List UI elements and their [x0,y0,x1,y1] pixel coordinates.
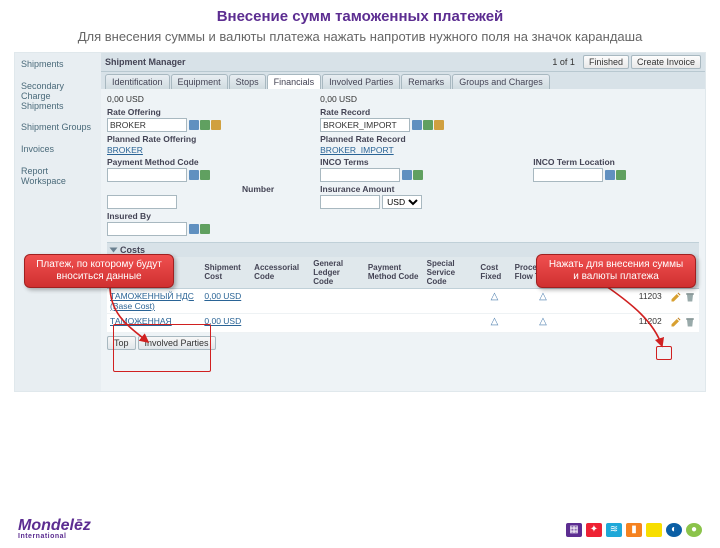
footer-tab-involved-parties[interactable]: Involved Parties [138,336,216,350]
brand-sub: International [18,534,91,540]
lookup-icons[interactable] [605,170,626,180]
cost-right: 0,00 USD [320,93,527,105]
page-title: Внесение сумм таможенных платежей [0,8,720,25]
lookup-icons[interactable] [402,170,423,180]
flow-through-icon: △ [539,291,547,302]
pencil-icon[interactable] [670,291,682,303]
cost-fixed-icon: △ [491,316,499,327]
insurance-amount-label: Insurance Amount [320,184,527,194]
trash-icon[interactable] [684,291,696,303]
inco-terms-input[interactable] [320,168,400,182]
brand-icon-strip: ▦ ✦ ≋ ▮ ◐ ● [566,523,702,537]
brand-square-icon [646,523,662,537]
trash-icon[interactable] [684,316,696,328]
tab-stops[interactable]: Stops [229,74,266,89]
number-label: Number [107,184,314,194]
planned-rate-record-label: Planned Rate Record [320,134,527,144]
tab-equipment[interactable]: Equipment [171,74,228,89]
footer: Mondelēz International ▦ ✦ ≋ ▮ ◐ ● [0,519,720,540]
shipment-cost-link[interactable]: 0,00 USD [204,316,241,326]
number-input[interactable] [107,195,177,209]
payment-method-input[interactable] [107,168,187,182]
shipment-cost-link[interactable]: 0,00 USD [204,291,241,301]
finished-button[interactable]: Finished [583,55,629,69]
payment-method-label: Payment Method Code [107,157,314,167]
brand-chocolate-icon: ▦ [566,523,582,537]
sidebar-item-invoices[interactable]: Invoices [19,142,97,158]
rate-offering-input[interactable] [107,118,187,132]
manager-title: Shipment Manager [105,57,186,67]
cost-fixed-icon: △ [491,291,499,302]
cost-left: 0,00 USD [107,93,314,105]
cost-type-link[interactable]: ТАМОЖЕННАЯ [110,316,172,326]
rate-record-label: Rate Record [320,107,527,117]
tab-bar: Identification Equipment Stops Financial… [101,72,705,89]
insured-by-label: Insured By [107,211,314,221]
currency-select[interactable]: USD [382,195,422,209]
cost-type-link[interactable]: ТАМОЖЕННЫЙ НДС (Base Cost) [110,291,194,311]
lookup-icons[interactable] [412,120,444,130]
callout-payment-type: Платеж, по которому будут вноситься данн… [24,254,174,288]
inco-term-location-input[interactable] [533,168,603,182]
footer-tabs: Top Involved Parties [107,336,699,350]
table-row: ТАМОЖЕННАЯ 0,00 USD △ △ 11202 [107,313,699,332]
brand-globe-icon: ◐ [666,523,682,537]
sidebar-item-report-workspace[interactable]: Report Workspace [19,164,97,190]
brand-drink-icon: ▮ [626,523,642,537]
cost-id: 11203 [636,288,667,313]
inco-terms-label: INCO Terms [320,157,527,167]
tab-involved-parties[interactable]: Involved Parties [322,74,400,89]
tab-groups-charges[interactable]: Groups and Charges [452,74,550,89]
form-area: 0,00 USD 0,00 USD Rate Offering Rate Rec… [101,89,705,391]
footer-tab-top[interactable]: Top [107,336,136,350]
brand-logo: Mondelēz International [18,519,91,540]
brand-gum-icon: ≋ [606,523,622,537]
col-cost-fixed: Cost Fixed [477,257,511,289]
tab-financials[interactable]: Financials [267,74,322,89]
flow-through-icon: △ [539,316,547,327]
col-shipment-cost: Shipment Cost [201,257,251,289]
page-subtitle: Для внесения суммы и валюты платежа нажа… [20,29,700,46]
callout-edit-action: Нажать для внесения суммы и валюты плате… [536,254,696,288]
sidebar-item-secondary-charge[interactable]: Secondary Charge Shipments [19,79,97,115]
cost-id: 11202 [636,313,667,332]
col-accessorial: Accessorial Code [251,257,310,289]
insured-by-input[interactable] [107,222,187,236]
col-special-service: Special Service Code [424,257,478,289]
pencil-icon[interactable] [670,316,682,328]
inco-term-location-label: INCO Term Location [533,157,699,167]
planned-rate-offering-label: Planned Rate Offering [107,134,314,144]
tab-identification[interactable]: Identification [105,74,170,89]
sidebar: Shipments Secondary Charge Shipments Shi… [15,53,101,391]
table-row: ТАМОЖЕННЫЙ НДС (Base Cost) 0,00 USD △ △ 1120… [107,288,699,313]
expand-icon [110,247,118,252]
pager: 1 of 1 [552,57,575,67]
lookup-icons[interactable] [189,170,210,180]
sidebar-item-shipment-groups[interactable]: Shipment Groups [19,120,97,136]
brand-candy-icon: ✦ [586,523,602,537]
col-gl-code: General Ledger Code [310,257,365,289]
app-frame: Shipments Secondary Charge Shipments Shi… [14,52,706,392]
create-invoice-button[interactable]: Create Invoice [631,55,701,69]
planned-rate-offering-link[interactable]: BROKER [107,145,143,155]
insurance-amount-input[interactable] [320,195,380,209]
topbar: Shipment Manager 1 of 1 Finished Create … [101,53,705,72]
col-payment-method: Payment Method Code [365,257,424,289]
lookup-icons[interactable] [189,120,221,130]
main-panel: Shipment Manager 1 of 1 Finished Create … [101,53,705,391]
tab-remarks[interactable]: Remarks [401,74,451,89]
planned-rate-record-link[interactable]: BROKER_IMPORT [320,145,394,155]
brand-leaf-icon: ● [686,523,702,537]
brand-name: Mondelēz [18,517,91,534]
rate-record-input[interactable] [320,118,410,132]
sidebar-item-shipments[interactable]: Shipments [19,57,97,73]
lookup-icons[interactable] [189,224,210,234]
rate-offering-label: Rate Offering [107,107,314,117]
